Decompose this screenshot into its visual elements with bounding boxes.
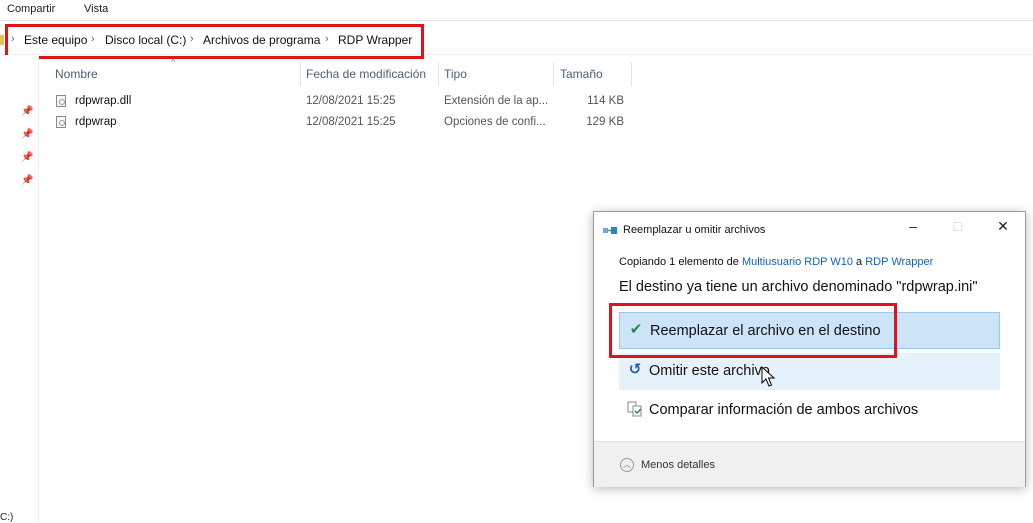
breadcrumb-rdp-wrapper[interactable]: RDP Wrapper [338, 33, 412, 47]
config-file-icon [56, 116, 66, 128]
destination-conflict-message: El destino ya tiene un archivo denominad… [619, 279, 978, 295]
chevron-up-icon[interactable]: ︿ [620, 458, 634, 472]
skip-arrow-icon: ↺ [628, 361, 642, 378]
breadcrumb-este-equipo[interactable]: Este equipo [24, 33, 87, 47]
checkmark-icon: ✔ [629, 321, 643, 338]
column-divider[interactable] [553, 62, 554, 86]
file-transfer-icon [603, 227, 617, 234]
sidebar-drive-label[interactable]: C:) [0, 512, 13, 523]
file-icon [56, 95, 66, 107]
file-row[interactable]: rdpwrap 12/08/2021 15:25 Opciones de con… [50, 113, 635, 133]
chevron-right-icon[interactable]: › [91, 33, 95, 45]
file-type: Opciones de confi... [444, 116, 546, 128]
option-label: Reemplazar el archivo en el destino [650, 323, 881, 339]
column-divider[interactable] [300, 62, 301, 86]
copy-middle: a [853, 256, 866, 268]
column-header-size[interactable]: Tamaño [560, 67, 603, 81]
file-row[interactable]: rdpwrap.dll 12/08/2021 15:25 Extensión d… [50, 92, 635, 112]
chevron-right-icon[interactable]: › [11, 33, 15, 45]
copy-prefix: Copiando 1 elemento de [619, 256, 742, 268]
file-name: rdpwrap.dll [75, 95, 132, 107]
destination-folder-link[interactable]: RDP Wrapper [865, 256, 933, 268]
pin-icon[interactable]: 📌 [21, 106, 33, 117]
sort-ascending-icon: ^ [171, 57, 176, 67]
dialog-footer: ︿ Menos detalles [594, 441, 1025, 487]
skip-file-option[interactable]: ↺ Omitir este archivo [619, 353, 1000, 390]
close-button[interactable]: ✕ [992, 218, 1014, 235]
minimize-button[interactable]: – [902, 218, 924, 234]
file-type: Extensión de la ap... [444, 95, 549, 107]
file-size: 114 KB [587, 95, 624, 107]
compare-files-option[interactable]: Comparar información de ambos archivos [619, 392, 1000, 429]
navigation-pane[interactable] [0, 55, 39, 522]
replace-file-option[interactable]: ✔ Reemplazar el archivo en el destino [619, 312, 1000, 349]
breadcrumb-archivos-de-programa[interactable]: Archivos de programa [203, 33, 320, 47]
mouse-cursor-icon [761, 366, 775, 387]
pin-icon[interactable]: 📌 [21, 175, 33, 186]
column-header-name[interactable]: Nombre [55, 67, 98, 81]
file-modified: 12/08/2021 15:25 [306, 116, 396, 128]
replace-or-skip-dialog: Reemplazar u omitir archivos – ☐ ✕ Copia… [593, 211, 1026, 487]
maximize-button: ☐ [952, 220, 964, 234]
column-divider[interactable] [438, 62, 439, 86]
dialog-title: Reemplazar u omitir archivos [623, 224, 766, 236]
pin-icon[interactable]: 📌 [21, 129, 33, 140]
column-header-modified[interactable]: Fecha de modificación [306, 67, 426, 81]
ribbon-tab-vista[interactable]: Vista [84, 3, 108, 15]
chevron-right-icon[interactable]: › [190, 33, 194, 45]
file-size: 129 KB [586, 116, 624, 128]
file-name: rdpwrap [75, 116, 117, 128]
file-modified: 12/08/2021 15:25 [306, 95, 396, 107]
chevron-right-icon[interactable]: › [325, 33, 329, 45]
folder-icon [0, 35, 4, 45]
option-label: Comparar información de ambos archivos [649, 402, 919, 418]
option-label: Omitir este archivo [649, 363, 770, 379]
compare-files-icon [627, 401, 642, 417]
less-details-button[interactable]: Menos detalles [641, 459, 715, 471]
copy-progress-text: Copiando 1 elemento de Multiusuario RDP … [619, 256, 933, 268]
ribbon-tab-bar: Compartir Vista [0, 0, 1033, 21]
column-divider[interactable] [631, 62, 632, 86]
source-folder-link[interactable]: Multiusuario RDP W10 [742, 256, 853, 268]
pin-icon[interactable]: 📌 [21, 152, 33, 163]
ribbon-tab-compartir[interactable]: Compartir [7, 3, 55, 15]
breadcrumb-disco-local[interactable]: Disco local (C:) [105, 33, 186, 47]
column-header-type[interactable]: Tipo [444, 67, 467, 81]
